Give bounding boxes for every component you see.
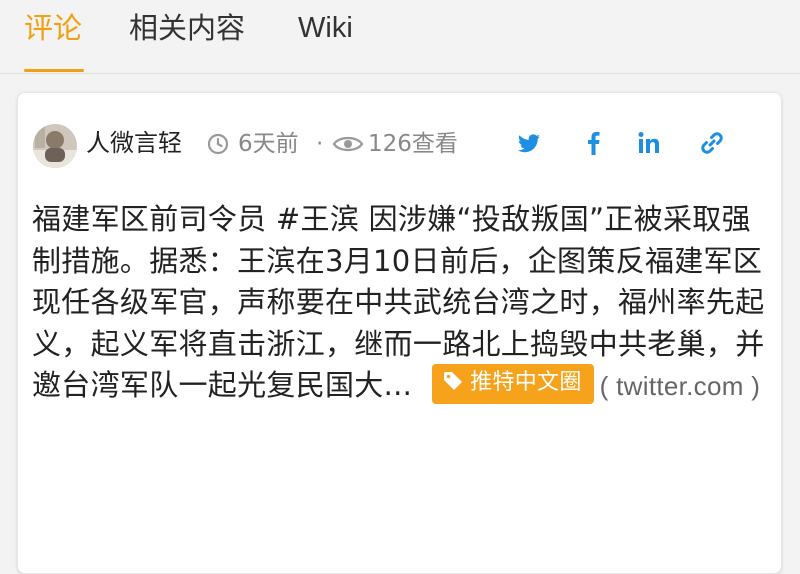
- twitter-icon[interactable]: [515, 129, 543, 157]
- post-content: 福建军区前司令员 #王滨 因涉嫌“投敌叛国”正被采取强制措施。据悉：王滨在3月1…: [32, 199, 767, 408]
- tab-comments[interactable]: 评论: [24, 8, 82, 48]
- tab-wiki[interactable]: Wiki: [298, 8, 353, 48]
- author-name[interactable]: 人微言轻: [86, 126, 182, 160]
- avatar[interactable]: [33, 124, 77, 168]
- source-domain-link[interactable]: ( twitter.com ): [600, 371, 761, 401]
- post-header: 人微言轻 6天前 · 126查看: [18, 93, 781, 193]
- meta-separator: ·: [316, 131, 324, 157]
- facebook-icon[interactable]: [580, 129, 608, 157]
- source-label: 推特中文圈: [470, 370, 582, 395]
- tag-icon: [444, 372, 463, 390]
- source-badge[interactable]: 推特中文圈: [432, 364, 594, 404]
- tab-bar: 评论 相关内容 Wiki: [0, 0, 800, 74]
- active-tab-indicator: [24, 69, 84, 72]
- post-card: 人微言轻 6天前 · 126查看 福建军区前司令员 #王滨 因涉嫌“投敌叛国”正…: [17, 92, 782, 574]
- tab-divider: [0, 73, 800, 74]
- post-time: 6天前: [238, 131, 299, 157]
- view-count: 126查看: [368, 131, 458, 157]
- eye-icon: [332, 136, 364, 152]
- clock-icon: [207, 133, 229, 155]
- tab-related-content[interactable]: 相关内容: [129, 8, 245, 48]
- avatar-image: [33, 124, 77, 168]
- linkedin-icon[interactable]: [635, 129, 663, 157]
- link-icon[interactable]: [698, 129, 726, 157]
